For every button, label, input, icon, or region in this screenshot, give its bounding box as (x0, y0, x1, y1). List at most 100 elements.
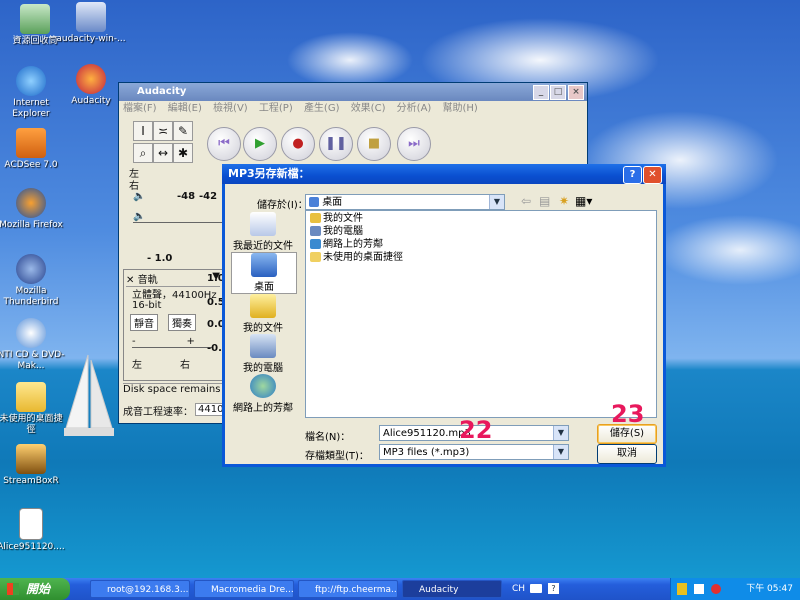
envelope-tool-icon[interactable]: ≍ (153, 121, 173, 141)
keyboard-icon[interactable] (530, 584, 542, 593)
pan-left-label: 左 (132, 360, 142, 371)
help-tray-icon[interactable]: ? (548, 583, 559, 594)
shield-icon[interactable] (677, 582, 687, 595)
place-label: 我最近的文件 (233, 241, 293, 252)
start-label: 開始 (26, 582, 51, 596)
file-name: 我的電腦 (323, 226, 363, 237)
menu-edit[interactable]: 編輯(E) (168, 103, 202, 114)
language-indicator[interactable]: CH (512, 578, 525, 600)
antivirus-icon[interactable] (710, 583, 721, 594)
back-icon[interactable]: ⇦ (521, 194, 531, 208)
pan-right-label: 右 (180, 360, 190, 371)
place-network[interactable]: 網路上的芳鄰 (231, 374, 295, 414)
solo-button[interactable]: 獨奏 (168, 314, 196, 331)
menu-effect[interactable]: 效果(C) (351, 103, 386, 114)
timeshift-tool-icon[interactable]: ↔ (153, 143, 173, 163)
close-button[interactable]: × (568, 85, 584, 100)
taskbar-item-label: ftp://ftp.cheerma... (315, 585, 398, 595)
desktop-icon-audacity[interactable]: Audacity (56, 64, 126, 107)
place-recent[interactable]: 我最近的文件 (231, 212, 295, 252)
ruler-label: - 1.0 (147, 253, 173, 264)
taskbar: 開始 root@192.168.3... Macromedia Dre... f… (0, 578, 800, 600)
network-icon[interactable] (693, 583, 704, 594)
desktop-icon-acdsee[interactable]: ACDSee 7.0 (0, 128, 66, 171)
file-name: 未使用的桌面捷徑 (323, 252, 403, 263)
save-in-label: 儲存於(I)： (257, 200, 308, 211)
network-places-icon (250, 374, 276, 398)
speaker-icon: 🔈 (133, 191, 146, 202)
save-in-dropdown[interactable]: 桌面 ▼ (305, 194, 505, 210)
cancel-button[interactable]: 取消 (597, 444, 657, 464)
up-folder-icon[interactable]: ▤ (539, 194, 550, 208)
desktop-icon-label: Mozilla Thunderbird (3, 286, 59, 307)
close-button[interactable]: ✕ (643, 166, 662, 184)
volume-slider[interactable]: 🔈 (133, 211, 223, 223)
taskbar-item[interactable]: root@192.168.3... (90, 580, 190, 598)
list-item[interactable]: 我的電腦 (310, 226, 363, 238)
desktop-icon-audacity-installer[interactable]: audacity-win-... (56, 2, 126, 45)
menu-analyze[interactable]: 分析(A) (397, 103, 432, 114)
desktop-icon-alice-file[interactable]: Alice951120.... (0, 508, 66, 553)
desktop-icon-streambox[interactable]: StreamBoxR (0, 444, 66, 487)
place-my-computer[interactable]: 我的電腦 (231, 334, 295, 374)
taskbar-item[interactable]: Macromedia Dre... (194, 580, 294, 598)
pause-icon[interactable]: ❚❚ (319, 127, 353, 161)
menu-help[interactable]: 幫助(H) (443, 103, 478, 114)
minimize-button[interactable]: _ (533, 85, 549, 100)
desktop-icon-shortcuts-folder[interactable]: 未使用的桌面捷徑 (0, 382, 66, 436)
windows-logo-icon (7, 583, 19, 595)
taskbar-item[interactable]: ftp://ftp.cheerma... (298, 580, 398, 598)
record-icon[interactable]: ● (281, 127, 315, 161)
desktop-icon-firefox[interactable]: Mozilla Firefox (0, 188, 66, 231)
maximize-button[interactable]: □ (550, 85, 566, 100)
status-bar: Disk space remains for re (123, 383, 223, 395)
skip-start-icon[interactable]: ⏮ (207, 127, 241, 161)
zoom-tool-icon[interactable]: ⌕ (133, 143, 153, 163)
mute-button[interactable]: 靜音 (130, 314, 158, 331)
desktop-icon-nti[interactable]: NTI CD & DVD-Mak... (0, 318, 66, 372)
menu-file[interactable]: 檔案(F) (123, 103, 157, 114)
track-close-icon[interactable]: ✕ (126, 275, 134, 286)
place-label: 桌面 (254, 282, 274, 293)
list-item[interactable]: 未使用的桌面捷徑 (310, 252, 403, 264)
project-rate-label: 成音工程速率： (123, 407, 193, 418)
list-item[interactable]: 網路上的芳鄰 (310, 239, 383, 251)
new-folder-icon[interactable]: ✷ (559, 194, 569, 208)
place-my-documents[interactable]: 我的文件 (231, 294, 295, 334)
chevron-down-icon: ▼ (553, 426, 568, 440)
gain-slider[interactable]: - + (132, 336, 212, 348)
my-computer-icon (310, 226, 321, 236)
save-dialog[interactable]: MP3另存新檔： ? ✕ 儲存於(I)： 桌面 ▼ ⇦ ▤ ✷ ▦▾ 我最近的文… (222, 164, 666, 467)
desktop-icon-label: Alice951120.... (0, 542, 65, 552)
selection-tool-icon[interactable]: I (133, 121, 153, 141)
desktop-icon-label: NTI CD & DVD-Mak... (0, 350, 65, 371)
taskbar-item[interactable]: Audacity (402, 580, 502, 598)
dialog-title-bar[interactable]: MP3另存新檔： ? ✕ (222, 164, 666, 184)
place-desktop[interactable]: 桌面 (231, 252, 297, 294)
dialog-title: MP3另存新檔： (228, 167, 310, 180)
desktop-icon-label: audacity-win-... (56, 34, 126, 44)
menu-generate[interactable]: 產生(G) (304, 103, 340, 114)
stop-icon[interactable]: ■ (357, 127, 391, 161)
menu-view[interactable]: 檢視(V) (213, 103, 248, 114)
filename-label: 檔名(N)： (305, 432, 351, 443)
filetype-dropdown[interactable]: MP3 files (*.mp3) ▼ (379, 444, 569, 460)
draw-tool-icon[interactable]: ✎ (173, 121, 193, 141)
view-menu-icon[interactable]: ▦▾ (575, 194, 592, 208)
start-button[interactable]: 開始 (0, 578, 70, 600)
file-list[interactable]: 我的文件 我的電腦 網路上的芳鄰 未使用的桌面捷徑 (305, 210, 657, 418)
menu-project[interactable]: 工程(P) (259, 103, 293, 114)
desktop-icon-thunderbird[interactable]: Mozilla Thunderbird (0, 254, 66, 308)
streambox-icon (16, 444, 46, 474)
track-name-dropdown[interactable]: ✕ 音軌 ▼ (126, 271, 220, 287)
file-name: 我的文件 (323, 213, 363, 224)
system-tray: 下午 05:47 (670, 578, 800, 600)
list-item[interactable]: 我的文件 (310, 213, 363, 225)
desktop-icon-label: 未使用的桌面捷徑 (0, 414, 63, 435)
play-icon[interactable]: ▶ (243, 127, 277, 161)
annotation-22: 22 (459, 416, 493, 444)
audacity-title-bar[interactable]: Audacity _ □ × (119, 83, 587, 101)
multi-tool-icon[interactable]: ✱ (173, 143, 193, 163)
skip-end-icon[interactable]: ⏭ (397, 127, 431, 161)
help-button[interactable]: ? (623, 166, 642, 184)
